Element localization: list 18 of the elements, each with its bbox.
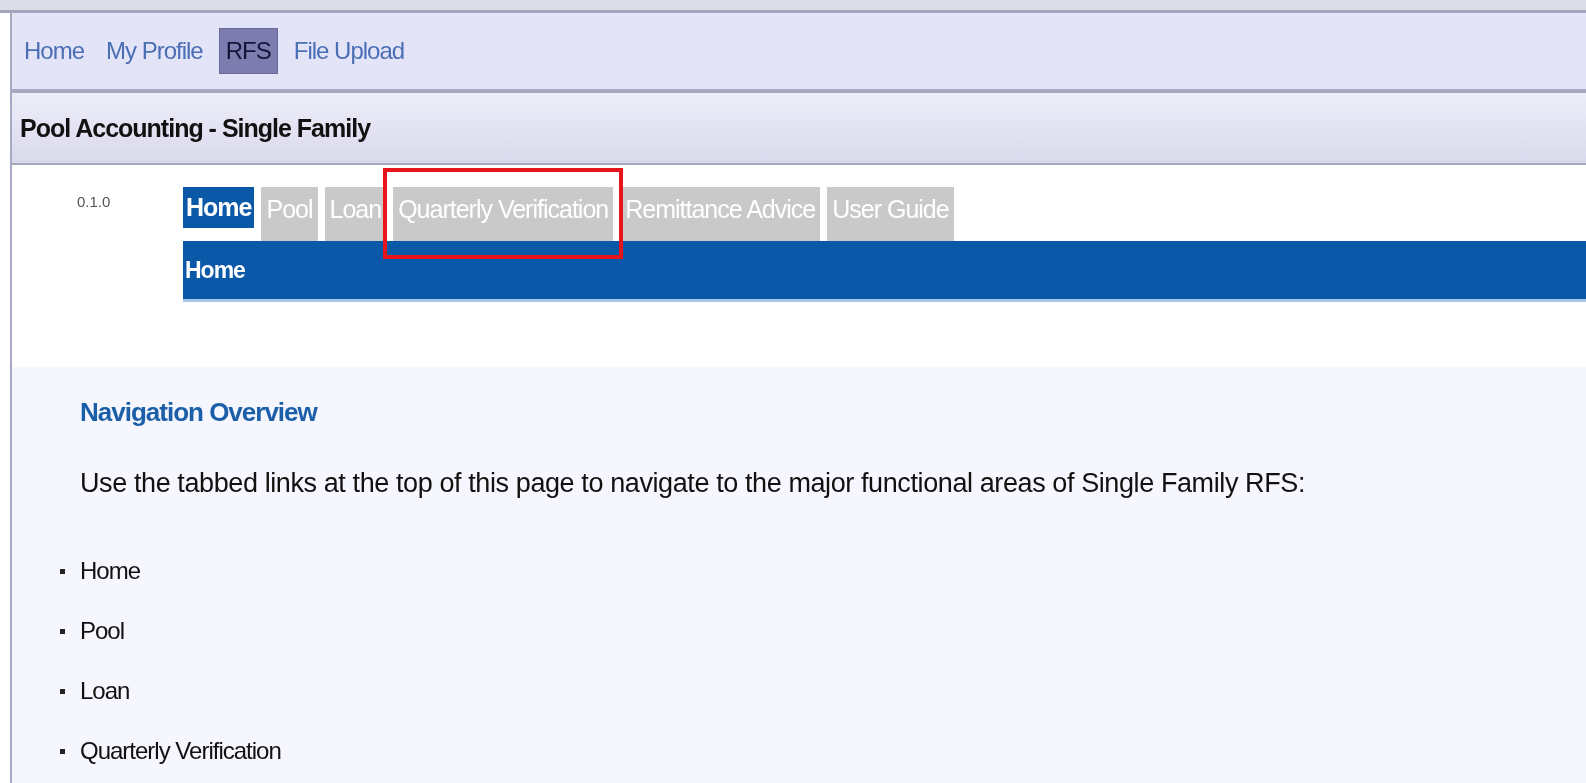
bullet-icon	[60, 748, 65, 754]
nav-link[interactable]: Home	[18, 29, 91, 73]
section-heading: Navigation Overview	[80, 397, 319, 428]
list-item: Pool	[80, 617, 125, 645]
version-label: 0.1.0	[76, 192, 112, 212]
list-item: Loan	[80, 677, 130, 705]
nav-link[interactable]: My Profile	[100, 29, 209, 73]
intro-text: Use the tabbed links at the top of this page to navigate to the major functional areas of Single Family RFS:	[80, 468, 1306, 499]
bullet-icon	[60, 628, 65, 634]
list-item: Quarterly Verification	[80, 737, 281, 765]
list-item: Home	[80, 557, 141, 585]
tab[interactable]: Home	[183, 187, 255, 228]
bullet-icon	[60, 688, 65, 694]
page-title: Pool Accounting - Single Family	[20, 113, 371, 143]
nav-link[interactable]: RFS	[218, 28, 278, 74]
nav-link[interactable]: File Upload	[287, 29, 411, 73]
bullet-icon	[60, 568, 65, 574]
section-title: Home	[185, 256, 245, 284]
